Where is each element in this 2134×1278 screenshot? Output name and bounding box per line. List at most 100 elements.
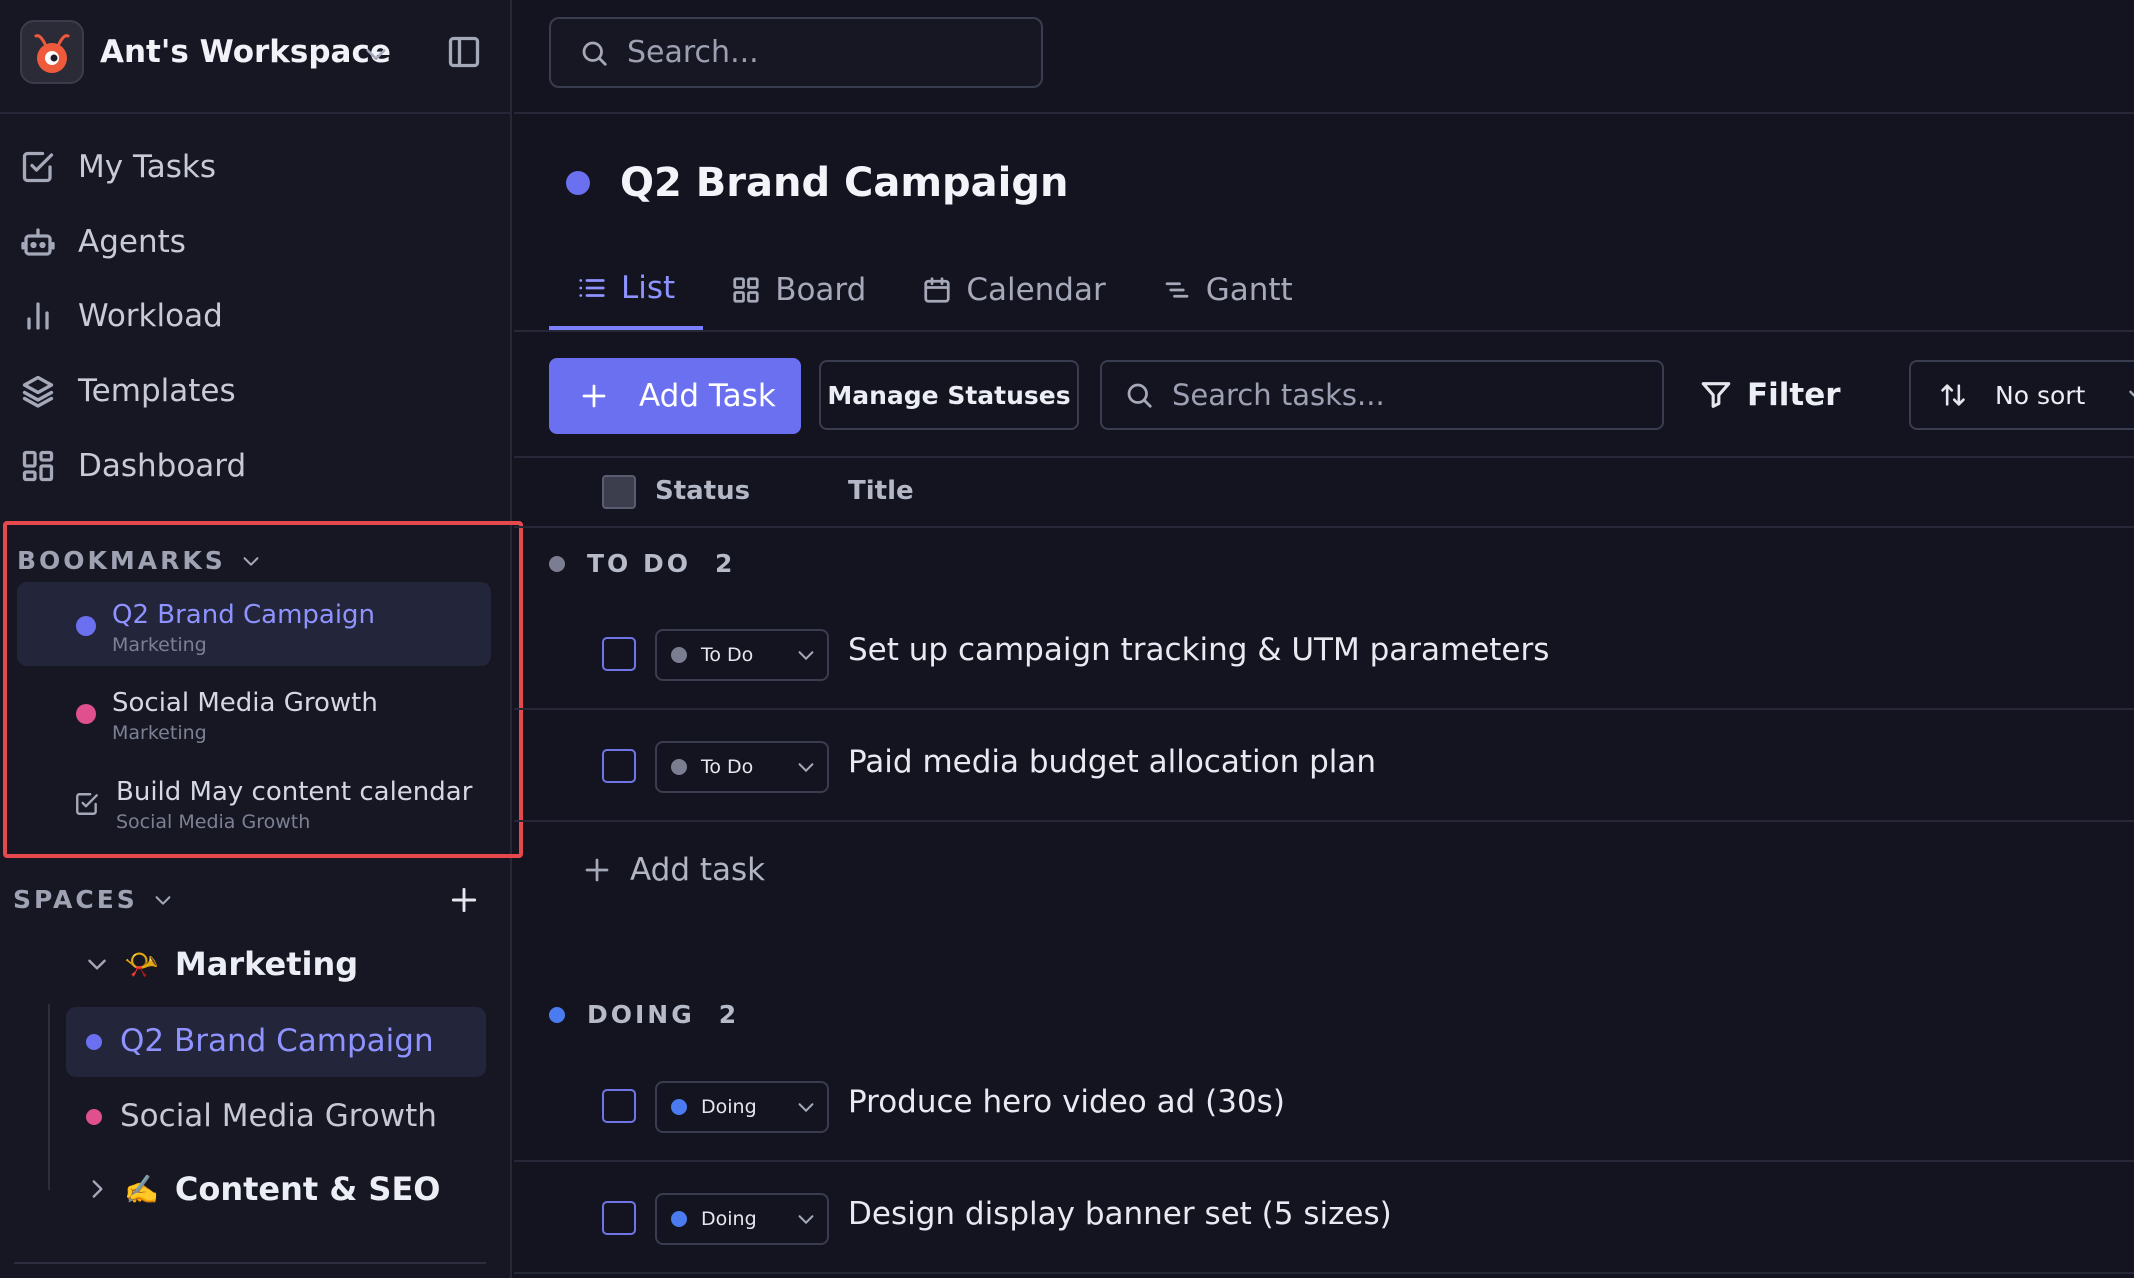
- chevron-down-icon[interactable]: [362, 40, 390, 68]
- nav-item-dashboard[interactable]: Dashboard: [20, 438, 490, 494]
- nav-label: My Tasks: [78, 149, 217, 185]
- add-space-plus-icon[interactable]: [448, 884, 480, 916]
- add-task-button[interactable]: Add Task: [549, 358, 801, 434]
- status-label: To Do: [701, 756, 754, 778]
- tab-label: Calendar: [966, 272, 1106, 308]
- group-header-todo[interactable]: TO DO 2: [549, 549, 732, 578]
- workspace-logo[interactable]: [20, 20, 84, 84]
- project-color-dot: [86, 1109, 102, 1125]
- task-checkbox[interactable]: [602, 637, 636, 671]
- board-grid-icon: [733, 277, 759, 303]
- workspace-name[interactable]: Ant's Workspace: [100, 34, 391, 70]
- nav-label: Workload: [78, 298, 223, 334]
- chevron-down-icon: [155, 895, 171, 905]
- manage-statuses-button[interactable]: Manage Statuses: [819, 360, 1079, 430]
- column-header-status[interactable]: Status: [655, 476, 750, 506]
- space-project-item[interactable]: Social Media Growth: [66, 1082, 486, 1152]
- divider: [514, 456, 2134, 458]
- add-task-inline-label: Add task: [630, 852, 766, 888]
- spaces-title: SPACES: [13, 885, 138, 914]
- space-emoji-icon: ✍️: [124, 1172, 159, 1206]
- bookmarks-header[interactable]: BOOKMARKS: [17, 546, 262, 575]
- status-label: Doing: [701, 1096, 757, 1118]
- toolbar: Add Task Manage Statuses Filter No sort: [549, 358, 2134, 434]
- check-square-icon: [22, 151, 54, 183]
- tab-board[interactable]: Board: [703, 250, 894, 330]
- group-header-doing[interactable]: DOING 2: [549, 1000, 736, 1029]
- sort-select[interactable]: No sort: [1909, 360, 2134, 430]
- tab-label: Gantt: [1205, 272, 1293, 308]
- task-row[interactable]: Doing Design display banner set (5 sizes…: [514, 1164, 2134, 1274]
- task-checkbox[interactable]: [602, 749, 636, 783]
- chevron-down-icon[interactable]: [84, 951, 110, 977]
- add-task-label: Add Task: [639, 378, 776, 414]
- plus-icon: [582, 384, 606, 408]
- plus-icon: [585, 858, 609, 882]
- select-all-checkbox[interactable]: [602, 475, 636, 509]
- filter-funnel-icon: [1701, 382, 1731, 408]
- tab-list[interactable]: List: [549, 250, 704, 330]
- search-icon: [582, 41, 607, 66]
- column-header-title[interactable]: Title: [848, 476, 914, 506]
- bookmark-item[interactable]: Build May content calendar Social Media …: [17, 759, 491, 843]
- nav-item-agents[interactable]: Agents: [20, 214, 490, 270]
- status-dropdown[interactable]: To Do: [655, 629, 829, 681]
- project-color-dot: [566, 171, 590, 195]
- task-title[interactable]: Paid media budget allocation plan: [848, 744, 1376, 780]
- nav-item-workload[interactable]: Workload: [20, 288, 490, 344]
- status-dot: [671, 1099, 687, 1115]
- filter-button[interactable]: Filter: [1699, 364, 1841, 426]
- bookmark-subtitle: Marketing: [112, 722, 207, 744]
- tab-gantt[interactable]: Gantt: [1134, 250, 1321, 330]
- calendar-icon: [924, 277, 950, 303]
- chevron-right-icon[interactable]: [84, 1176, 110, 1202]
- chevron-down-icon: [798, 1215, 814, 1225]
- status-dropdown[interactable]: To Do: [655, 741, 829, 793]
- bookmark-title: Build May content calendar: [116, 777, 473, 807]
- task-row[interactable]: Doing Produce hero video ad (30s): [514, 1052, 2134, 1162]
- bookmark-title: Q2 Brand Campaign: [112, 600, 376, 630]
- space-item-content-seo[interactable]: ✍️ Content & SEO: [84, 1170, 441, 1208]
- task-checkbox[interactable]: [602, 1089, 636, 1123]
- divider: [514, 330, 2134, 332]
- nav-item-my-tasks[interactable]: My Tasks: [20, 139, 490, 195]
- status-dot: [671, 647, 687, 663]
- status-dot: [671, 1211, 687, 1227]
- spaces-header[interactable]: SPACES: [13, 885, 174, 914]
- global-search-input[interactable]: [627, 35, 1007, 70]
- status-dropdown[interactable]: Doing: [655, 1081, 829, 1133]
- bookmark-subtitle: Marketing: [112, 634, 207, 656]
- view-tabs: List Board Calendar Gantt: [549, 250, 1321, 332]
- group-count: 2: [715, 549, 733, 578]
- project-color-dot: [76, 704, 96, 724]
- task-row[interactable]: To Do Set up campaign tracking & UTM par…: [514, 600, 2134, 710]
- space-name: Marketing: [174, 945, 359, 983]
- tab-label: Board: [775, 272, 867, 308]
- space-project-item[interactable]: Q2 Brand Campaign: [66, 1007, 486, 1077]
- nav-label: Agents: [78, 224, 186, 260]
- space-item-marketing[interactable]: 📯 Marketing: [84, 945, 358, 983]
- add-task-inline-button[interactable]: Add task: [582, 852, 765, 888]
- status-dropdown[interactable]: Doing: [655, 1193, 829, 1245]
- tab-calendar[interactable]: Calendar: [894, 250, 1133, 330]
- project-label: Q2 Brand Campaign: [120, 1023, 434, 1059]
- task-title[interactable]: Set up campaign tracking & UTM parameter…: [848, 632, 1549, 668]
- task-checkbox[interactable]: [602, 1201, 636, 1235]
- bookmark-item[interactable]: Social Media Growth Marketing: [17, 670, 491, 754]
- top-bar: [514, 0, 2134, 114]
- bookmark-item[interactable]: Q2 Brand Campaign Marketing: [17, 582, 491, 666]
- task-search[interactable]: [1100, 360, 1664, 430]
- sidebar-toggle-icon[interactable]: [446, 34, 482, 70]
- nav-item-templates[interactable]: Templates: [20, 363, 490, 419]
- gantt-icon: [1165, 282, 1189, 298]
- global-search[interactable]: [549, 17, 1043, 88]
- bookmarks-title: BOOKMARKS: [17, 546, 226, 575]
- space-emoji-icon: 📯: [124, 947, 159, 981]
- task-title[interactable]: Produce hero video ad (30s): [848, 1084, 1285, 1120]
- task-title[interactable]: Design display banner set (5 sizes): [848, 1196, 1392, 1232]
- chevron-down-icon: [798, 763, 814, 773]
- task-search-input[interactable]: [1172, 378, 1652, 412]
- task-row[interactable]: To Do Paid media budget allocation plan: [514, 712, 2134, 822]
- chevron-down-icon: [798, 1103, 814, 1113]
- space-name: Content & SEO: [174, 1170, 441, 1208]
